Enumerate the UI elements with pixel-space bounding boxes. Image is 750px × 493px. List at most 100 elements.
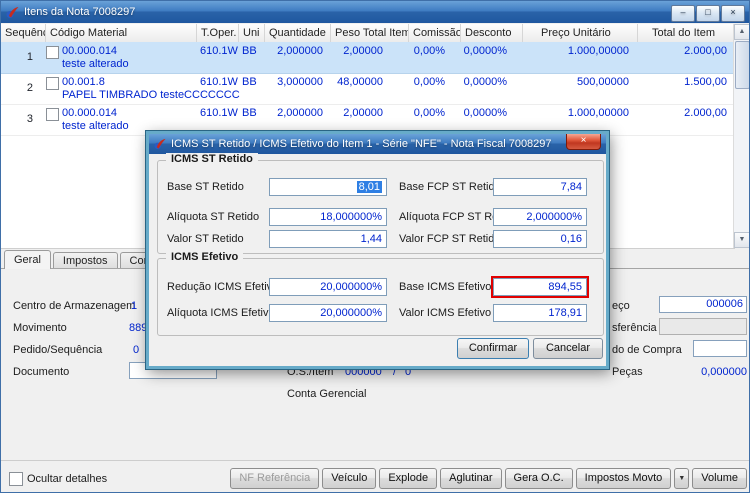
row-checkbox[interactable]: [46, 108, 59, 121]
dialog-titlebar[interactable]: ICMS ST Retido / ICMS Efetivo do Item 1 …: [149, 134, 606, 154]
cell-descricao: teste alterado: [62, 120, 129, 132]
table-header: Sequência Código Material T.Oper. Uni Qu…: [1, 24, 735, 43]
valor-icms-efetivo-label: Valor ICMS Efetivo: [399, 307, 492, 319]
icms-efetivo-group: ICMS Efetivo: [157, 251, 604, 336]
col-preco-unitario[interactable]: Preço Unitário: [523, 24, 638, 42]
cell-toper: 610.1W: [200, 76, 238, 88]
close-icon[interactable]: ×: [721, 5, 745, 22]
cell-sequencia: 2: [26, 82, 33, 94]
base-icms-efetivo-input[interactable]: 894,55: [493, 278, 587, 296]
icms-st-retido-dialog: ICMS ST Retido / ICMS Efetivo do Item 1 …: [145, 130, 610, 370]
scrollbar-thumb[interactable]: [735, 41, 749, 89]
ocultar-detalhes-checkbox[interactable]: Ocultar detalhes: [9, 472, 107, 486]
cell-desconto: 0,0000%: [463, 76, 507, 88]
selected-text: 8,01: [356, 181, 382, 193]
footer-divider: [1, 460, 749, 461]
base-st-retido-input[interactable]: 8,01: [269, 178, 387, 196]
aglutinar-button[interactable]: Aglutinar: [440, 468, 502, 489]
endereco-input[interactable]: 000006: [659, 296, 747, 313]
checkbox-box[interactable]: [9, 472, 23, 486]
pedido-de-compra-input[interactable]: [693, 340, 747, 357]
cell-uni: BB: [242, 45, 257, 57]
valor-icms-efetivo-input[interactable]: 178,91: [493, 304, 587, 322]
cell-total-item: 2.000,00: [684, 107, 727, 119]
valor-fcp-st-retido-label: Valor FCP ST Retido: [399, 233, 501, 245]
cell-total-item: 1.500,00: [684, 76, 727, 88]
cell-desconto: 0,0000%: [463, 107, 507, 119]
maximize-icon[interactable]: □: [696, 5, 720, 22]
reducao-icms-efetivo-input[interactable]: 20,000000%: [269, 278, 387, 296]
table-row[interactable]: 1 00.000.014 teste alterado 610.1W BB 2,…: [1, 42, 735, 74]
cell-preco-unitario: 1.000,00000: [567, 45, 629, 57]
impostos-movto-dropdown-icon[interactable]: ▼: [674, 468, 690, 489]
explode-button[interactable]: Explode: [379, 468, 438, 489]
col-total-item[interactable]: Total do Item: [638, 24, 735, 42]
cell-desconto: 0,0000%: [463, 45, 507, 57]
cell-comissao: 0,00%: [413, 107, 445, 119]
impostos-movto-button[interactable]: Impostos Movto: [575, 468, 672, 489]
col-desconto[interactable]: Desconto: [461, 24, 523, 42]
col-codigo-material[interactable]: Código Material: [46, 24, 197, 42]
row-checkbox[interactable]: [46, 46, 59, 59]
aliquota-icms-efetivo-label: Alíquota ICMS Efetivo: [167, 307, 275, 319]
icms-st-retido-group-title: ICMS ST Retido: [166, 153, 258, 165]
icms-efetivo-group-title: ICMS Efetivo: [166, 251, 244, 263]
row-checkbox[interactable]: [46, 77, 59, 90]
minimize-icon[interactable]: –: [671, 5, 695, 22]
cell-comissao: 0,00%: [413, 76, 445, 88]
documento-label: Documento: [13, 366, 70, 378]
cell-quantidade: 2,000000: [277, 107, 323, 119]
dialog-close-icon[interactable]: ×: [566, 134, 601, 150]
movimento-value: 889: [129, 322, 148, 334]
col-uni[interactable]: Uni: [239, 24, 265, 42]
cell-codigo: 00.001.8: [62, 76, 105, 88]
tab-impostos[interactable]: Impostos: [52, 252, 118, 269]
centro-armazenagem-label: Centro de Armazenagem: [13, 300, 136, 312]
tab-geral[interactable]: Geral: [4, 250, 51, 269]
cell-comissao: 0,00%: [413, 45, 445, 57]
centro-armazenagem-value: 1: [131, 300, 138, 312]
gera-oc-button[interactable]: Gera O.C.: [504, 468, 573, 489]
col-comissao[interactable]: Comissão: [409, 24, 461, 42]
ocultar-detalhes-label: Ocultar detalhes: [27, 473, 108, 485]
confirmar-button[interactable]: Confirmar: [457, 338, 529, 359]
conta-gerencial-label: Conta Gerencial: [287, 388, 367, 400]
transferencia-input: [659, 318, 747, 335]
cell-codigo: 00.000.014: [62, 45, 118, 57]
endereco-partial-label: eço: [612, 300, 630, 312]
transferencia-partial-label: sferência: [612, 322, 657, 334]
scroll-up-icon[interactable]: ▲: [734, 24, 749, 40]
volume-button[interactable]: Volume: [692, 468, 747, 489]
cell-preco-unitario: 1.000,00000: [567, 107, 629, 119]
col-sequencia[interactable]: Sequência: [1, 24, 46, 42]
pedido-de-compra-partial-label: do de Compra: [612, 344, 682, 356]
pecas-value: 0,000000: [701, 366, 747, 378]
col-toper[interactable]: T.Oper.: [197, 24, 239, 42]
scroll-down-icon[interactable]: ▼: [734, 232, 749, 248]
col-quantidade[interactable]: Quantidade: [265, 24, 331, 42]
cell-codigo: 00.000.014: [62, 107, 118, 119]
cell-preco-unitario: 500,00000: [577, 76, 629, 88]
valor-st-retido-input[interactable]: 1,44: [269, 230, 387, 248]
cell-sequencia: 1: [26, 51, 33, 63]
cell-uni: BB: [242, 107, 257, 119]
cancelar-button[interactable]: Cancelar: [533, 338, 603, 359]
cell-sequencia: 3: [26, 113, 33, 125]
aliquota-icms-efetivo-input[interactable]: 20,000000%: [269, 304, 387, 322]
vertical-scrollbar[interactable]: ▲ ▼: [733, 24, 749, 248]
base-fcp-st-retido-input[interactable]: 7,84: [493, 178, 587, 196]
cell-peso: 48,00000: [337, 76, 383, 88]
table-row[interactable]: 2 00.001.8 PAPEL TIMBRADO testeCCCCCCC 6…: [1, 73, 735, 105]
itens-da-nota-window: Itens da Nota 7008297 – □ × Sequência Có…: [0, 0, 750, 493]
dialog-app-icon: [154, 138, 166, 150]
col-peso-total[interactable]: Peso Total Item: [331, 24, 409, 42]
valor-fcp-st-retido-input[interactable]: 0,16: [493, 230, 587, 248]
aliquota-fcp-st-retido-input[interactable]: 2,000000%: [493, 208, 587, 226]
base-st-retido-label: Base ST Retido: [167, 181, 244, 193]
movimento-label: Movimento: [13, 322, 67, 334]
aliquota-st-retido-input[interactable]: 18,000000%: [269, 208, 387, 226]
main-titlebar[interactable]: Itens da Nota 7008297 – □ ×: [1, 1, 749, 23]
window-controls: – □ ×: [671, 5, 745, 22]
veiculo-button[interactable]: Veículo: [322, 468, 377, 489]
cell-toper: 610.1W: [200, 45, 238, 57]
